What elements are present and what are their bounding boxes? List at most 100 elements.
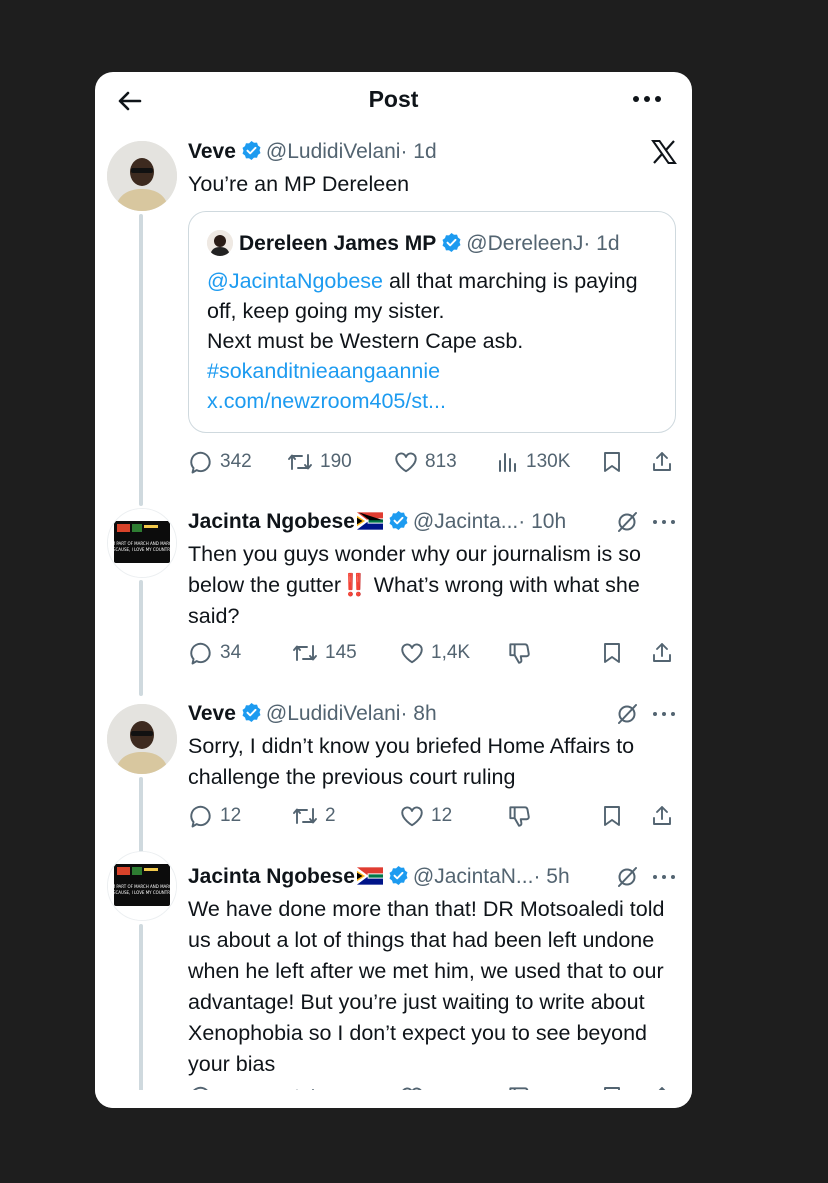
mention-link[interactable]: @JacintaNgobese — [207, 269, 383, 293]
more-horizontal-icon — [633, 96, 661, 102]
repost-count: 145 — [325, 642, 357, 663]
quote-timestamp: · 1d — [583, 232, 620, 255]
thread-line — [139, 580, 143, 696]
x-logo-icon — [651, 140, 677, 164]
avatar[interactable] — [107, 141, 177, 211]
share-icon — [653, 452, 671, 471]
timestamp[interactable]: · 5h — [533, 865, 569, 888]
verified-badge-icon — [241, 140, 262, 169]
bar-chart-icon — [499, 453, 516, 472]
quote-header: Dereleen James MP @DereleenJ· 1d — [207, 230, 620, 261]
verified-badge-icon — [441, 232, 462, 261]
double-exclamation-emoji: ‼️ — [341, 573, 368, 597]
quote-text: @JacintaNgobese all that marching is pay… — [207, 266, 667, 416]
thumbs-down-icon — [509, 806, 530, 827]
heart-icon — [401, 806, 423, 827]
thread-line — [139, 924, 143, 1096]
avatar[interactable] — [107, 704, 177, 774]
tweet-text: We have done more than that! DR Motsoale… — [188, 897, 665, 1076]
repost-icon — [288, 454, 312, 470]
more-horizontal-icon[interactable] — [651, 709, 677, 719]
author-handle[interactable]: @LudidiVelani — [266, 140, 401, 163]
share-button[interactable] — [650, 447, 674, 477]
grok-icon[interactable] — [615, 510, 639, 534]
verified-badge-icon — [241, 702, 262, 731]
grok-icon[interactable] — [615, 865, 639, 889]
verified-badge-icon — [388, 865, 409, 894]
author-name[interactable]: Veve — [188, 140, 236, 163]
tweet-header: Jacinta Ngobese @JacintaN...· 5h — [188, 863, 570, 894]
heart-icon — [401, 643, 423, 664]
quote-text-line2: Next must be Western Cape asb. — [207, 329, 524, 353]
author-handle[interactable]: @Jacinta... — [413, 510, 518, 533]
hashtag-link[interactable]: #sokanditnieaangaannie — [207, 359, 440, 383]
tweet-header: Veve @LudidiVelani· 1d — [188, 138, 437, 169]
views-button[interactable]: 130K — [496, 447, 570, 477]
avatar[interactable]: I'M PART OF MARCH AND MARCH BECAUSE, I L… — [107, 851, 177, 921]
share-button[interactable] — [650, 638, 674, 668]
bookmark-icon — [604, 452, 620, 472]
tweet-actions: 12 2 12 — [188, 801, 678, 831]
reply-button[interactable]: 342 — [188, 447, 252, 477]
timestamp[interactable]: · 8h — [400, 702, 436, 725]
author-name[interactable]: Jacinta Ngobese — [188, 865, 355, 888]
more-horizontal-icon[interactable] — [651, 517, 677, 527]
reply-button[interactable]: 12 — [188, 801, 241, 831]
heart-icon — [395, 452, 417, 473]
views-count: 130K — [526, 451, 571, 472]
quote-avatar — [207, 230, 233, 256]
reply-count: 34 — [220, 642, 242, 663]
thread-line — [139, 777, 143, 861]
repost-icon — [293, 645, 317, 661]
reply-count: 342 — [220, 451, 252, 472]
avatar-banner-text: I'M PART OF MARCH AND MARCH — [109, 541, 174, 546]
quoted-tweet[interactable]: Dereleen James MP @DereleenJ· 1d @Jacinta… — [188, 211, 676, 433]
reply-icon — [190, 451, 211, 474]
share-button[interactable] — [650, 801, 674, 831]
page-title: Post — [368, 86, 419, 112]
post-card: Post Veve @LudidiVelani· 1d You’re an MP … — [95, 72, 692, 1108]
dislike-button[interactable] — [506, 638, 532, 668]
reply-count: 12 — [220, 805, 242, 826]
tweet-actions: 34 145 1,4K — [188, 638, 678, 668]
grok-icon[interactable] — [615, 702, 639, 726]
verified-badge-icon — [388, 510, 409, 539]
more-horizontal-icon[interactable] — [651, 872, 677, 882]
dislike-button[interactable] — [506, 801, 532, 831]
avatar-banner-text: BECAUSE, I LOVE MY COUNTRY! — [110, 547, 174, 552]
timestamp[interactable]: · 10h — [518, 510, 566, 533]
repost-button[interactable]: 190 — [286, 447, 352, 477]
repost-button[interactable]: 145 — [291, 638, 357, 668]
url-link[interactable]: x.com/newzroom405/st... — [207, 389, 446, 413]
reply-icon — [190, 805, 211, 828]
like-count: 813 — [425, 451, 457, 472]
timestamp[interactable]: · 1d — [400, 140, 436, 163]
like-button[interactable]: 12 — [399, 801, 452, 831]
thread-line — [139, 214, 143, 506]
like-button[interactable]: 1,4K — [399, 638, 470, 668]
quote-author-name: Dereleen James MP — [239, 232, 437, 255]
more-options-button[interactable] — [630, 88, 664, 110]
bookmark-button[interactable] — [600, 801, 624, 831]
author-name[interactable]: Veve — [188, 702, 236, 725]
like-button[interactable]: 813 — [393, 447, 457, 477]
south-africa-flag-icon — [356, 865, 383, 893]
share-icon — [653, 643, 671, 662]
reply-button[interactable]: 34 — [188, 638, 241, 668]
repost-button[interactable]: 2 — [291, 801, 336, 831]
reply-icon — [190, 642, 211, 665]
avatar-banner-text: I'M PART OF MARCH AND MARCH — [109, 884, 174, 889]
thumbs-down-icon — [509, 643, 530, 664]
avatar[interactable]: I'M PART OF MARCH AND MARCH BECAUSE, I L… — [107, 508, 177, 578]
author-name[interactable]: Jacinta Ngobese — [188, 510, 355, 533]
author-handle[interactable]: @JacintaN... — [413, 865, 534, 888]
share-icon — [653, 806, 671, 825]
repost-count: 2 — [325, 805, 336, 826]
author-handle[interactable]: @LudidiVelani — [266, 702, 401, 725]
quote-author-handle: @DereleenJ — [466, 232, 584, 255]
like-count: 12 — [431, 805, 453, 826]
bookmark-icon — [604, 643, 620, 663]
bookmark-button[interactable] — [600, 447, 624, 477]
repost-icon — [293, 808, 317, 824]
bookmark-button[interactable] — [600, 638, 624, 668]
